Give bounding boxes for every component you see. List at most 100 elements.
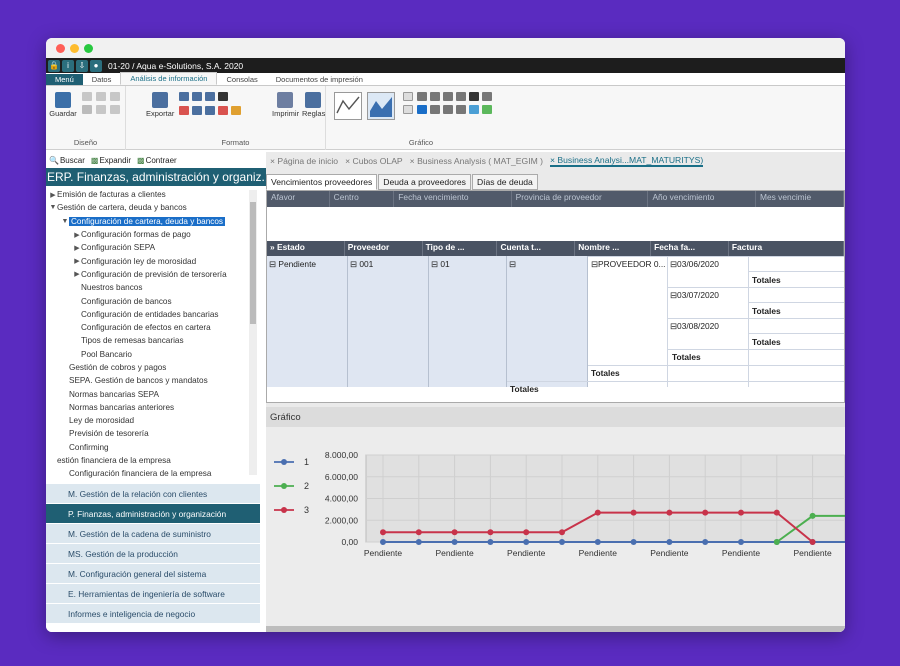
lock-icon[interactable]: 🔒	[48, 59, 60, 72]
delete-icon[interactable]	[82, 105, 92, 114]
expand-toggle-icon[interactable]: ⊟	[350, 259, 357, 269]
expand-toggle-icon[interactable]: ⊟	[509, 259, 516, 269]
download-icon[interactable]: ⇩	[76, 59, 88, 72]
data-point[interactable]	[451, 539, 458, 545]
tree-item[interactable]: Previsión de tesorería	[46, 427, 260, 440]
chart-tool-icon-6[interactable]	[482, 92, 492, 101]
tree-item[interactable]: ▶ Configuración SEPA	[46, 241, 260, 254]
data-point[interactable]	[415, 539, 422, 545]
format-icon-8[interactable]	[231, 106, 241, 115]
proveedor-value[interactable]: 001	[359, 259, 373, 269]
search-button[interactable]: 🔍 Buscar	[49, 156, 85, 165]
expand-toggle-icon[interactable]: ⊟	[269, 259, 276, 269]
data-point[interactable]	[451, 529, 458, 536]
chevron-right-icon[interactable]: ▶	[73, 257, 81, 265]
estado-value[interactable]: Pendiente	[278, 259, 316, 269]
data-point[interactable]	[559, 539, 565, 545]
chart-tool-icon-7[interactable]	[417, 105, 427, 114]
module-item[interactable]: Informes e inteligencia de negocio	[46, 604, 260, 624]
format-icon[interactable]	[110, 92, 120, 101]
tree-item[interactable]: Tipos de remesas bancarias	[46, 334, 260, 347]
date-value-1[interactable]: ⊟03/06/2020	[670, 259, 719, 269]
print-button[interactable]: Imprimir	[272, 92, 299, 118]
format-icon-6[interactable]	[205, 106, 215, 115]
chart-tool-icon-4[interactable]	[456, 92, 466, 101]
chevron-right-icon[interactable]: ▶	[73, 244, 81, 252]
chart-tool-icon-8[interactable]	[430, 105, 440, 114]
data-point[interactable]	[809, 512, 816, 519]
tree-item[interactable]: Gestión de cobros y pagos	[46, 361, 260, 374]
collapse-button[interactable]: ▩ Contraer	[137, 156, 177, 165]
document-tab[interactable]: × Página de inicio	[270, 156, 338, 166]
chart-tool-icon-11[interactable]	[469, 105, 479, 114]
expand-toggle-icon[interactable]: ⊟	[431, 259, 438, 269]
save-button[interactable]: Guardar	[49, 92, 77, 118]
ribbon-tab-datos[interactable]: Datos	[83, 74, 121, 85]
tree-item[interactable]: estión financiera de la empresa	[46, 454, 260, 467]
data-point[interactable]	[702, 509, 709, 516]
data-point[interactable]	[487, 539, 494, 545]
zoom-icon[interactable]	[218, 92, 228, 101]
data-point[interactable]	[666, 539, 673, 545]
user-icon[interactable]: ●	[90, 59, 102, 72]
module-item[interactable]: E. Herramientas de ingeniería de softwar…	[46, 584, 260, 604]
date-value-2[interactable]: ⊟03/07/2020	[670, 290, 719, 300]
minimize-window-button[interactable]	[70, 44, 79, 53]
pivot-filter-field[interactable]: Provincia de proveedor	[512, 191, 649, 207]
pivot-filter-field[interactable]: Año vencimiento	[648, 191, 756, 207]
data-point[interactable]	[666, 509, 673, 516]
maximize-window-button[interactable]	[84, 44, 93, 53]
chevron-down-icon[interactable]: ▼	[61, 218, 69, 225]
line-chart-icon[interactable]	[334, 92, 362, 120]
rules-button[interactable]: Reglas	[302, 92, 325, 118]
format-icon-7[interactable]	[218, 106, 228, 115]
tree-item[interactable]: Configuración de bancos	[46, 294, 260, 307]
tree-item[interactable]: ▶ Configuración formas de pago	[46, 228, 260, 241]
tab-vencimientos[interactable]: Vencimientos proveedores	[266, 174, 378, 190]
nombre-value[interactable]: ⊟PROVEEDOR 0...	[591, 259, 666, 269]
paste-icon[interactable]	[96, 92, 106, 101]
pivot-filter-field[interactable]: Centro	[330, 191, 395, 207]
tree-scroll-thumb[interactable]	[250, 202, 256, 324]
export-button[interactable]: Exportar	[146, 92, 174, 118]
close-tab-icon[interactable]: ×	[410, 156, 417, 166]
tree-item[interactable]: SEPA. Gestión de bancos y mandatos	[46, 374, 260, 387]
close-tab-icon[interactable]: ×	[345, 156, 352, 166]
chevron-right-icon[interactable]: ▶	[73, 231, 81, 239]
pivot-row-header[interactable]: » Estado	[267, 241, 345, 256]
copy-icon[interactable]	[82, 92, 92, 101]
data-point[interactable]	[487, 529, 494, 536]
document-tab[interactable]: × Cubos OLAP	[345, 156, 403, 166]
close-window-button[interactable]	[56, 44, 65, 53]
data-point[interactable]	[523, 529, 530, 536]
chart-options-dropdown[interactable]	[403, 105, 413, 114]
ribbon-tab-documentos[interactable]: Documentos de impresión	[267, 74, 372, 85]
data-point[interactable]	[738, 539, 744, 545]
format-icon-5[interactable]	[192, 106, 202, 115]
module-item[interactable]: P. Finanzas, administración y organizaci…	[46, 504, 260, 524]
tipo-value[interactable]: 01	[440, 259, 449, 269]
format-icon-3[interactable]	[205, 92, 215, 101]
data-point[interactable]	[738, 509, 744, 516]
pivot-row-header[interactable]: Fecha fa...	[651, 241, 729, 256]
chart-tool-icon-3[interactable]	[443, 92, 453, 101]
document-tab[interactable]: × Business Analysis ( MAT_EGIM )	[410, 156, 543, 166]
tree-item[interactable]: Pool Bancario	[46, 348, 260, 361]
table-icon[interactable]	[110, 105, 120, 114]
module-item[interactable]: M. Gestión de la cadena de suministro	[46, 524, 260, 544]
chevron-down-icon[interactable]: ▼	[49, 204, 57, 211]
tree-item[interactable]: Confirming	[46, 441, 260, 454]
data-point[interactable]	[380, 529, 386, 536]
chevron-right-icon[interactable]: ▶	[73, 270, 81, 278]
data-point[interactable]	[380, 539, 386, 545]
format-icon-4[interactable]	[179, 106, 189, 115]
chevron-right-icon[interactable]: ▶	[49, 191, 57, 199]
tab-deuda[interactable]: Deuda a proveedores	[378, 174, 471, 190]
tab-dias-deuda[interactable]: Días de deuda	[471, 174, 538, 190]
chart-tool-icon-1[interactable]	[417, 92, 427, 101]
data-point[interactable]	[630, 539, 637, 545]
pivot-row-header[interactable]: Proveedor	[345, 241, 423, 256]
module-item[interactable]: MS. Gestión de la producción	[46, 544, 260, 564]
pivot-row-header[interactable]: Tipo de ...	[423, 241, 498, 256]
format-icon-2[interactable]	[192, 92, 202, 101]
